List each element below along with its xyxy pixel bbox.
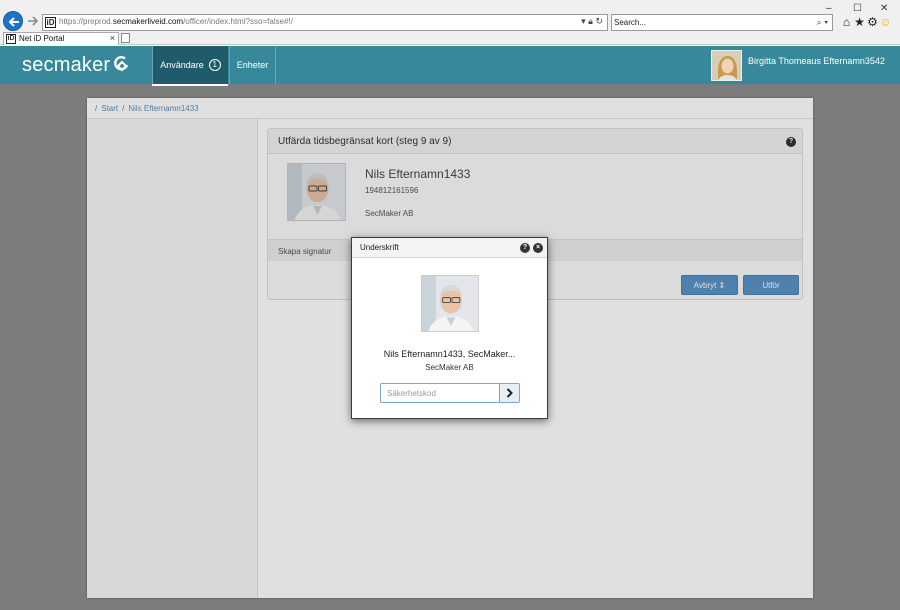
nav-users-tab[interactable]: Användare 1 bbox=[152, 46, 228, 84]
dialog-help-icon[interactable]: ? bbox=[520, 243, 530, 253]
browser-search[interactable]: ⌕ ▾ bbox=[611, 14, 833, 31]
search-icon[interactable]: ⌕ ▾ bbox=[817, 17, 828, 28]
security-code-input[interactable] bbox=[380, 383, 500, 403]
tab-close-icon[interactable]: × bbox=[110, 33, 115, 43]
tab-title: Net iD Portal bbox=[19, 34, 65, 43]
home-icon[interactable]: ⌂ bbox=[840, 15, 853, 29]
browser-tab[interactable]: iD Net iD Portal × bbox=[3, 32, 119, 45]
users-count-badge: 1 bbox=[208, 58, 221, 71]
close-window-icon[interactable]: ✕ bbox=[880, 3, 888, 14]
dropdown-icon[interactable]: ▾ bbox=[581, 16, 586, 26]
submit-code-button[interactable] bbox=[499, 383, 520, 403]
dialog-header: Underskrift ? × bbox=[352, 238, 547, 258]
minimize-icon[interactable]: – bbox=[826, 3, 832, 14]
secmaker-logo-icon bbox=[114, 56, 129, 72]
address-url[interactable]: https://preprod.secmakerliveid.com/offic… bbox=[59, 17, 293, 26]
address-actions[interactable]: ▾ 🔒︎ ↻ bbox=[581, 16, 603, 27]
user-name[interactable]: Birgitta Thomeaus Efternamn3542 bbox=[748, 56, 885, 66]
forward-arrow-icon[interactable] bbox=[27, 15, 39, 27]
smiley-icon[interactable]: ☺ bbox=[879, 15, 892, 29]
address-bar[interactable]: iD https://preprod.secmakerliveid.com/of… bbox=[42, 14, 608, 31]
favorites-star-icon[interactable]: ★ bbox=[853, 15, 866, 29]
signature-dialog: Underskrift ? × Nils Efternamn1433, SecM… bbox=[351, 237, 548, 419]
tab-strip: iD Net iD Portal × bbox=[0, 32, 900, 45]
dialog-person-name: Nils Efternamn1433, SecMaker... bbox=[383, 349, 516, 359]
dialog-person-organization: SecMaker AB bbox=[425, 363, 474, 372]
user-avatar[interactable] bbox=[711, 50, 742, 81]
tab-favicon-icon: iD bbox=[6, 34, 16, 44]
dialog-person-photo bbox=[421, 275, 479, 332]
browser-search-input[interactable] bbox=[614, 16, 804, 29]
lock-icon[interactable]: 🔒︎ bbox=[588, 16, 593, 26]
brand-name[interactable]: secmaker bbox=[22, 54, 110, 77]
nav-users-label: Användare bbox=[160, 60, 204, 70]
site-favicon-icon: iD bbox=[45, 17, 56, 28]
refresh-icon[interactable]: ↻ bbox=[595, 16, 603, 26]
nav-units-tab[interactable]: Enheter bbox=[229, 46, 276, 84]
dialog-title: Underskrift bbox=[360, 243, 399, 252]
chevron-right-icon bbox=[506, 388, 513, 398]
new-tab-icon[interactable] bbox=[121, 33, 130, 43]
browser-toolbar: – ☐ ✕ iD https://preprod.secmakerliveid.… bbox=[0, 0, 900, 32]
browser-tools: ⌂ ★ ⚙☺ bbox=[840, 15, 892, 29]
dialog-close-icon[interactable]: × bbox=[533, 243, 543, 253]
maximize-icon[interactable]: ☐ bbox=[853, 3, 862, 14]
back-arrow-icon[interactable] bbox=[3, 11, 23, 31]
settings-gear-icon[interactable]: ⚙ bbox=[866, 15, 879, 29]
nav-units-label: Enheter bbox=[236, 60, 269, 70]
